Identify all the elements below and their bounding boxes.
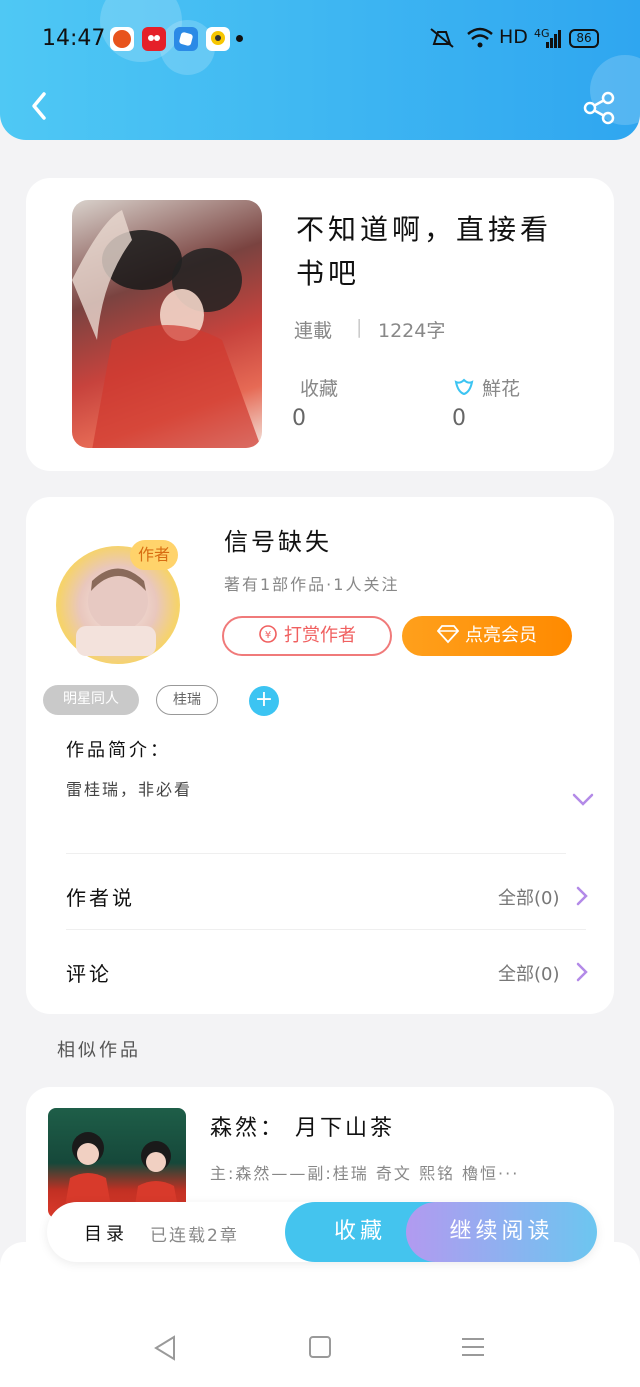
tag-chip[interactable]: 桂瑞 — [156, 685, 218, 715]
author-meta: 著有1部作品·1人关注 — [224, 575, 400, 594]
similar-works-title: 相似作品 — [57, 1040, 141, 1061]
more-notifications-dot — [236, 35, 243, 42]
similar-work-desc: 主:森然——副:桂瑞 奇文 熙铭 櫓恒··· — [210, 1164, 520, 1183]
nav-back-button[interactable] — [152, 1334, 178, 1366]
author-says-label[interactable]: 作者说 — [66, 882, 135, 911]
tip-author-label: 打赏作者 — [284, 625, 356, 646]
chevron-left-icon — [32, 92, 46, 120]
tag-chip[interactable]: 明星同人 — [43, 685, 139, 715]
signal-icon — [546, 30, 562, 53]
activate-vip-button[interactable]: 点亮会员 — [402, 616, 572, 656]
chevron-right-icon — [576, 962, 588, 982]
svg-text:¥: ¥ — [265, 630, 271, 641]
continue-reading-button[interactable]: 继续阅读 — [406, 1202, 597, 1262]
author-says-chevron[interactable] — [574, 884, 590, 908]
book-status: 連載 — [294, 320, 333, 342]
comments-count[interactable]: 全部(0) — [498, 960, 560, 986]
notification-app-icon — [174, 27, 198, 51]
expand-intro-button[interactable] — [570, 790, 596, 810]
menu-recents-icon — [462, 1338, 484, 1356]
add-tag-button[interactable]: + — [249, 686, 279, 716]
chevron-right-icon — [576, 886, 588, 906]
favorites-count: 0 — [292, 406, 306, 431]
back-button[interactable] — [22, 86, 62, 126]
intro-label: 作品简介： — [66, 740, 171, 761]
wifi-icon — [466, 26, 494, 55]
square-home-icon — [309, 1336, 331, 1358]
author-avatar[interactable]: 作者 — [50, 540, 186, 664]
book-word-count: 1224字 — [378, 320, 446, 342]
favorites-label: 收藏 — [300, 378, 339, 400]
intro-text: 雷桂瑞，非必看 — [66, 780, 193, 799]
divider — [66, 853, 566, 854]
cover-artwork — [72, 210, 262, 448]
table-of-contents-button[interactable]: 目录 — [84, 1220, 128, 1246]
comments-chevron[interactable] — [574, 960, 590, 984]
comments-label[interactable]: 评论 — [66, 958, 112, 987]
notification-app-icon — [206, 27, 230, 51]
notification-app-icon — [110, 27, 134, 51]
mute-icon — [428, 26, 456, 55]
share-icon — [583, 91, 615, 125]
diamond-icon — [436, 625, 460, 644]
flower-icon — [452, 374, 476, 402]
divider — [66, 929, 586, 930]
bottom-panel — [0, 1242, 640, 1387]
serial-progress: 已连载2章 — [150, 1226, 239, 1246]
author-says-count[interactable]: 全部(0) — [498, 884, 560, 910]
activate-vip-label: 点亮会员 — [465, 625, 537, 646]
meta-separator: | — [356, 316, 363, 338]
book-cover-image[interactable] — [72, 200, 262, 448]
network-type: HD — [499, 26, 528, 48]
nav-home-button[interactable] — [308, 1334, 332, 1364]
nav-recents-button[interactable] — [460, 1334, 486, 1364]
chevron-down-icon — [572, 793, 594, 806]
battery-indicator: 86 — [569, 29, 599, 48]
status-bar: 14:47 HD 4G 86 — [0, 0, 640, 78]
share-button[interactable] — [580, 88, 620, 128]
tip-author-button[interactable]: ¥ 打赏作者 — [222, 616, 392, 656]
flowers-label: 鮮花 — [482, 378, 521, 400]
status-time: 14:47 — [42, 26, 106, 51]
similar-work-title[interactable]: 森然： 月下山茶 — [210, 1110, 395, 1142]
triangle-back-icon — [154, 1335, 175, 1361]
author-name[interactable]: 信号缺失 — [224, 522, 332, 557]
flowers-count: 0 — [452, 406, 466, 431]
notification-app-icon — [142, 27, 166, 51]
yen-icon: ¥ — [259, 625, 277, 643]
author-badge: 作者 — [130, 540, 178, 570]
book-title: 不知道啊，直接看书吧 — [296, 213, 553, 290]
